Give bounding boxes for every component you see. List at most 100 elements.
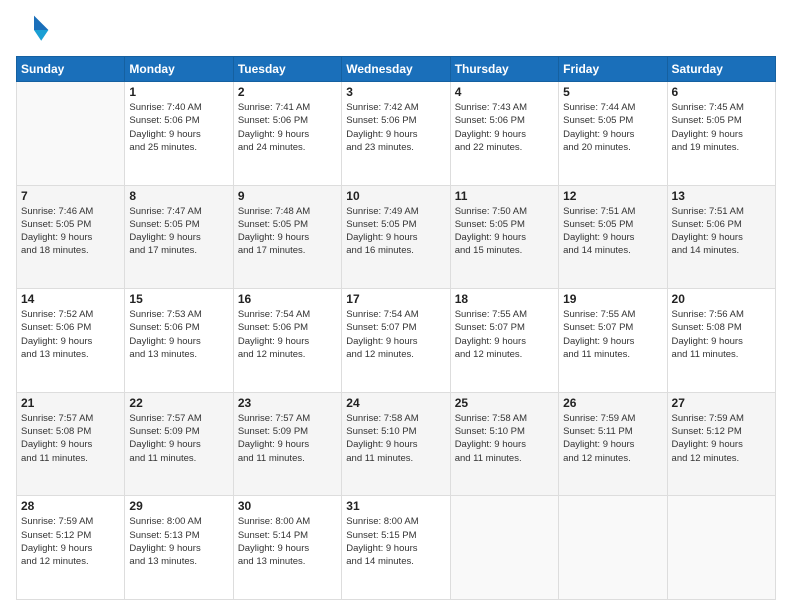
cell-info: Sunrise: 7:57 AMSunset: 5:09 PMDaylight:… bbox=[129, 412, 228, 465]
cell-info: Sunrise: 7:59 AMSunset: 5:12 PMDaylight:… bbox=[21, 515, 120, 568]
calendar-header-wednesday: Wednesday bbox=[342, 57, 450, 82]
calendar-cell: 9Sunrise: 7:48 AMSunset: 5:05 PMDaylight… bbox=[233, 185, 341, 289]
cell-info: Sunrise: 7:55 AMSunset: 5:07 PMDaylight:… bbox=[455, 308, 554, 361]
cell-info: Sunrise: 7:56 AMSunset: 5:08 PMDaylight:… bbox=[672, 308, 771, 361]
cell-day-number: 9 bbox=[238, 189, 337, 203]
calendar-cell bbox=[667, 496, 775, 600]
cell-info: Sunrise: 7:49 AMSunset: 5:05 PMDaylight:… bbox=[346, 205, 445, 258]
calendar-cell: 26 Sunrise: 7:59 AMSunset: 5:11 PMDayligh… bbox=[559, 392, 667, 496]
calendar-cell bbox=[450, 496, 558, 600]
cell-info: Sunrise: 7:58 AMSunset: 5:10 PMDaylight:… bbox=[346, 412, 445, 465]
cell-info: Sunrise: 7:52 AMSunset: 5:06 PMDaylight:… bbox=[21, 308, 120, 361]
cell-day-number: 27 bbox=[672, 396, 771, 410]
calendar-cell: 19 Sunrise: 7:55 AMSunset: 5:07 PMDayligh… bbox=[559, 289, 667, 393]
calendar-cell: 29Sunrise: 8:00 AMSunset: 5:13 PMDayligh… bbox=[125, 496, 233, 600]
cell-day-number: 16 bbox=[238, 292, 337, 306]
cell-day-number: 4 bbox=[455, 85, 554, 99]
calendar-cell: 13Sunrise: 7:51 AMSunset: 5:06 PMDayligh… bbox=[667, 185, 775, 289]
calendar-cell: 3 Sunrise: 7:42 AMSunset: 5:06 PMDaylight… bbox=[342, 82, 450, 186]
cell-info: Sunrise: 7:41 AMSunset: 5:06 PMDaylight:… bbox=[238, 101, 337, 154]
page: SundayMondayTuesdayWednesdayThursdayFrid… bbox=[0, 0, 792, 612]
calendar-header-saturday: Saturday bbox=[667, 57, 775, 82]
cell-info: Sunrise: 7:59 AMSunset: 5:11 PMDaylight:… bbox=[563, 412, 662, 465]
cell-day-number: 20 bbox=[672, 292, 771, 306]
cell-day-number: 14 bbox=[21, 292, 120, 306]
cell-info: Sunrise: 7:51 AMSunset: 5:05 PMDaylight:… bbox=[563, 205, 662, 258]
cell-day-number: 3 bbox=[346, 85, 445, 99]
calendar-cell: 23 Sunrise: 7:57 AMSunset: 5:09 PMDayligh… bbox=[233, 392, 341, 496]
calendar-table: SundayMondayTuesdayWednesdayThursdayFrid… bbox=[16, 56, 776, 600]
calendar-cell: 21Sunrise: 7:57 AMSunset: 5:08 PMDayligh… bbox=[17, 392, 125, 496]
calendar-cell: 28 Sunrise: 7:59 AMSunset: 5:12 PMDayligh… bbox=[17, 496, 125, 600]
calendar-cell bbox=[559, 496, 667, 600]
cell-info: Sunrise: 7:58 AMSunset: 5:10 PMDaylight:… bbox=[455, 412, 554, 465]
calendar-cell: 25 Sunrise: 7:58 AMSunset: 5:10 PMDayligh… bbox=[450, 392, 558, 496]
cell-day-number: 19 bbox=[563, 292, 662, 306]
cell-day-number: 17 bbox=[346, 292, 445, 306]
cell-day-number: 2 bbox=[238, 85, 337, 99]
calendar-cell: 18 Sunrise: 7:55 AMSunset: 5:07 PMDayligh… bbox=[450, 289, 558, 393]
calendar-header-row: SundayMondayTuesdayWednesdayThursdayFrid… bbox=[17, 57, 776, 82]
cell-info: Sunrise: 8:00 AMSunset: 5:15 PMDaylight:… bbox=[346, 515, 445, 568]
cell-info: Sunrise: 7:54 AMSunset: 5:07 PMDaylight:… bbox=[346, 308, 445, 361]
cell-day-number: 15 bbox=[129, 292, 228, 306]
cell-day-number: 11 bbox=[455, 189, 554, 203]
cell-day-number: 25 bbox=[455, 396, 554, 410]
calendar-cell bbox=[17, 82, 125, 186]
calendar-week-2: 14 Sunrise: 7:52 AMSunset: 5:06 PMDayligh… bbox=[17, 289, 776, 393]
cell-info: Sunrise: 7:59 AMSunset: 5:12 PMDaylight:… bbox=[672, 412, 771, 465]
cell-day-number: 1 bbox=[129, 85, 228, 99]
cell-info: Sunrise: 7:40 AMSunset: 5:06 PMDaylight:… bbox=[129, 101, 228, 154]
calendar-header-tuesday: Tuesday bbox=[233, 57, 341, 82]
calendar-header-sunday: Sunday bbox=[17, 57, 125, 82]
cell-day-number: 26 bbox=[563, 396, 662, 410]
cell-day-number: 12 bbox=[563, 189, 662, 203]
cell-day-number: 31 bbox=[346, 499, 445, 513]
calendar-cell: 1 Sunrise: 7:40 AMSunset: 5:06 PMDaylight… bbox=[125, 82, 233, 186]
cell-day-number: 23 bbox=[238, 396, 337, 410]
calendar-header-monday: Monday bbox=[125, 57, 233, 82]
cell-info: Sunrise: 7:42 AMSunset: 5:06 PMDaylight:… bbox=[346, 101, 445, 154]
cell-day-number: 24 bbox=[346, 396, 445, 410]
cell-day-number: 30 bbox=[238, 499, 337, 513]
calendar-cell: 10 Sunrise: 7:49 AMSunset: 5:05 PMDayligh… bbox=[342, 185, 450, 289]
calendar-cell: 5Sunrise: 7:44 AMSunset: 5:05 PMDaylight… bbox=[559, 82, 667, 186]
cell-info: Sunrise: 7:57 AMSunset: 5:09 PMDaylight:… bbox=[238, 412, 337, 465]
calendar-cell: 30 Sunrise: 8:00 AMSunset: 5:14 PMDayligh… bbox=[233, 496, 341, 600]
calendar-cell: 22 Sunrise: 7:57 AMSunset: 5:09 PMDayligh… bbox=[125, 392, 233, 496]
calendar-cell: 31 Sunrise: 8:00 AMSunset: 5:15 PMDayligh… bbox=[342, 496, 450, 600]
cell-day-number: 6 bbox=[672, 85, 771, 99]
cell-info: Sunrise: 7:53 AMSunset: 5:06 PMDaylight:… bbox=[129, 308, 228, 361]
cell-info: Sunrise: 7:46 AMSunset: 5:05 PMDaylight:… bbox=[21, 205, 120, 258]
cell-info: Sunrise: 7:54 AMSunset: 5:06 PMDaylight:… bbox=[238, 308, 337, 361]
calendar-week-1: 7 Sunrise: 7:46 AMSunset: 5:05 PMDaylight… bbox=[17, 185, 776, 289]
cell-day-number: 8 bbox=[129, 189, 228, 203]
cell-day-number: 22 bbox=[129, 396, 228, 410]
calendar-cell: 12 Sunrise: 7:51 AMSunset: 5:05 PMDayligh… bbox=[559, 185, 667, 289]
cell-day-number: 5 bbox=[563, 85, 662, 99]
calendar-cell: 14 Sunrise: 7:52 AMSunset: 5:06 PMDayligh… bbox=[17, 289, 125, 393]
cell-info: Sunrise: 7:55 AMSunset: 5:07 PMDaylight:… bbox=[563, 308, 662, 361]
cell-day-number: 21 bbox=[21, 396, 120, 410]
cell-day-number: 10 bbox=[346, 189, 445, 203]
calendar-cell: 6Sunrise: 7:45 AMSunset: 5:05 PMDaylight… bbox=[667, 82, 775, 186]
calendar-cell: 7 Sunrise: 7:46 AMSunset: 5:05 PMDaylight… bbox=[17, 185, 125, 289]
cell-day-number: 7 bbox=[21, 189, 120, 203]
cell-info: Sunrise: 7:47 AMSunset: 5:05 PMDaylight:… bbox=[129, 205, 228, 258]
logo-icon bbox=[16, 12, 52, 48]
calendar-cell: 16 Sunrise: 7:54 AMSunset: 5:06 PMDayligh… bbox=[233, 289, 341, 393]
cell-info: Sunrise: 7:51 AMSunset: 5:06 PMDaylight:… bbox=[672, 205, 771, 258]
calendar-cell: 27 Sunrise: 7:59 AMSunset: 5:12 PMDayligh… bbox=[667, 392, 775, 496]
calendar-cell: 20 Sunrise: 7:56 AMSunset: 5:08 PMDayligh… bbox=[667, 289, 775, 393]
calendar-cell: 11Sunrise: 7:50 AMSunset: 5:05 PMDayligh… bbox=[450, 185, 558, 289]
calendar-cell: 2 Sunrise: 7:41 AMSunset: 5:06 PMDaylight… bbox=[233, 82, 341, 186]
calendar-header-friday: Friday bbox=[559, 57, 667, 82]
calendar-header-thursday: Thursday bbox=[450, 57, 558, 82]
cell-day-number: 18 bbox=[455, 292, 554, 306]
cell-day-number: 28 bbox=[21, 499, 120, 513]
calendar-cell: 24 Sunrise: 7:58 AMSunset: 5:10 PMDayligh… bbox=[342, 392, 450, 496]
calendar-week-4: 28 Sunrise: 7:59 AMSunset: 5:12 PMDayligh… bbox=[17, 496, 776, 600]
logo bbox=[16, 12, 56, 48]
cell-info: Sunrise: 8:00 AMSunset: 5:14 PMDaylight:… bbox=[238, 515, 337, 568]
cell-day-number: 29 bbox=[129, 499, 228, 513]
